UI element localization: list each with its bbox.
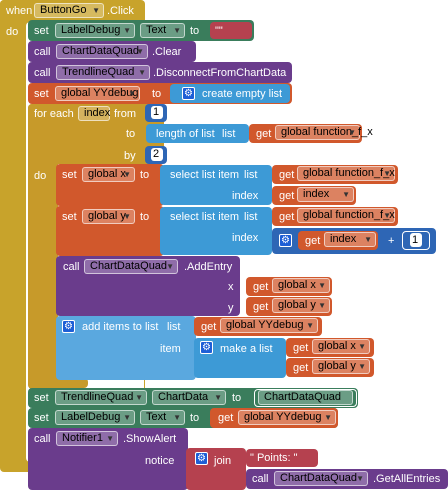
gear-icon[interactable]: ⚙ bbox=[279, 234, 292, 247]
item-label: item bbox=[160, 343, 181, 355]
do-label: do bbox=[6, 26, 19, 38]
variable-dropdown[interactable]: global y ▼ bbox=[272, 298, 330, 313]
list-label: list bbox=[167, 321, 181, 333]
variable-dropdown[interactable]: global YYdebug ▼ bbox=[55, 86, 140, 101]
component-dropdown[interactable]: TrendlineQuad ▼ bbox=[56, 65, 150, 80]
property-dropdown[interactable]: Text ▼ bbox=[140, 410, 185, 425]
do-keyword: do bbox=[34, 170, 47, 182]
when-label: when bbox=[6, 5, 33, 17]
set-keyword: set bbox=[34, 25, 49, 37]
variable-dropdown[interactable]: global x ▼ bbox=[312, 339, 370, 354]
method-name: .AddEntry bbox=[184, 261, 233, 273]
get-keyword: get bbox=[218, 412, 234, 424]
to-keyword: to bbox=[232, 392, 242, 404]
make-list-label: make a list bbox=[220, 343, 273, 355]
get-keyword: get bbox=[256, 128, 272, 140]
notice-label: notice bbox=[145, 455, 175, 467]
property-dropdown[interactable]: Text ▼ bbox=[140, 23, 185, 38]
for-each-keyword: for each bbox=[34, 108, 74, 120]
list-label: list bbox=[244, 169, 258, 181]
variable-dropdown[interactable]: global function_f_x ▼ bbox=[275, 125, 373, 140]
set-keyword: set bbox=[34, 88, 49, 100]
index-label: index bbox=[232, 190, 259, 202]
call-keyword: call bbox=[252, 473, 269, 485]
component-dropdown[interactable]: ChartDataQuad ▼ bbox=[84, 259, 178, 274]
call-keyword: call bbox=[34, 67, 51, 79]
get-keyword: get bbox=[201, 321, 217, 333]
to-keyword: to bbox=[190, 25, 200, 37]
variable-dropdown[interactable]: global function_f_x ▼ bbox=[297, 208, 395, 223]
text-literal-value: "" bbox=[215, 25, 223, 37]
to-keyword: to bbox=[152, 88, 162, 100]
text-literal-value: " Points: " bbox=[250, 452, 298, 464]
set-keyword: set bbox=[34, 412, 49, 424]
variable-dropdown[interactable]: global x ▼ bbox=[82, 167, 135, 182]
gear-icon[interactable]: ⚙ bbox=[62, 320, 75, 333]
get-keyword: get bbox=[253, 281, 269, 293]
create-empty-list-label: create empty list bbox=[202, 88, 283, 100]
component-dropdown[interactable]: LabelDebug ▼ bbox=[55, 23, 135, 38]
addend-value[interactable]: 1 bbox=[410, 233, 422, 247]
length-label: length of list bbox=[156, 128, 215, 140]
set-keyword: set bbox=[62, 169, 77, 181]
variable-dropdown[interactable]: global YYdebug ▼ bbox=[220, 318, 318, 333]
gear-icon[interactable]: ⚙ bbox=[200, 341, 213, 354]
loop-variable-field[interactable]: index bbox=[78, 106, 110, 121]
component-dropdown[interactable]: LabelDebug ▼ bbox=[55, 410, 135, 425]
to-keyword: to bbox=[140, 169, 150, 181]
call-keyword: call bbox=[34, 433, 51, 445]
select-label: select list item bbox=[170, 169, 240, 181]
get-keyword: get bbox=[279, 190, 295, 202]
variable-dropdown[interactable]: global y ▼ bbox=[82, 209, 135, 224]
to-keyword: to bbox=[126, 128, 136, 140]
get-keyword: get bbox=[305, 235, 321, 247]
by-value[interactable]: 2 bbox=[151, 148, 163, 161]
get-keyword: get bbox=[279, 211, 295, 223]
component-dropdown[interactable]: ChartDataQuad ▼ bbox=[56, 44, 148, 59]
call-keyword: call bbox=[63, 261, 80, 273]
gear-icon[interactable]: ⚙ bbox=[182, 87, 195, 100]
event-component-dropdown[interactable]: ButtonGo ▼ bbox=[34, 3, 104, 18]
method-name: .DisconnectFromChartData bbox=[153, 67, 287, 79]
component-dropdown[interactable]: TrendlineQuad ▼ bbox=[55, 390, 147, 405]
method-name: .Clear bbox=[152, 46, 182, 58]
variable-dropdown[interactable]: index ▼ bbox=[324, 232, 376, 247]
event-name: .Click bbox=[107, 5, 134, 17]
to-keyword: to bbox=[140, 211, 150, 223]
get-keyword: get bbox=[253, 301, 269, 313]
to-keyword: to bbox=[190, 412, 200, 424]
gear-icon[interactable]: ⚙ bbox=[195, 452, 208, 465]
list-label: list bbox=[244, 211, 258, 223]
get-keyword: get bbox=[293, 342, 309, 354]
set-keyword: set bbox=[62, 211, 77, 223]
add-items-label: add items to list bbox=[82, 321, 159, 333]
index-label: index bbox=[232, 232, 259, 244]
component-dropdown[interactable]: Notifier1 ▼ bbox=[56, 431, 118, 446]
by-keyword: by bbox=[124, 150, 136, 162]
select-label: select list item bbox=[170, 211, 240, 223]
plus-operator: + bbox=[388, 235, 395, 247]
property-dropdown[interactable]: ChartData ▼ bbox=[152, 390, 226, 405]
variable-dropdown[interactable]: global y ▼ bbox=[312, 359, 370, 374]
y-param-label: y bbox=[228, 302, 234, 314]
get-keyword: get bbox=[293, 362, 309, 374]
variable-dropdown[interactable]: index ▼ bbox=[297, 187, 354, 202]
from-keyword: from bbox=[114, 108, 136, 120]
method-name: .ShowAlert bbox=[123, 433, 177, 445]
x-param-label: x bbox=[228, 281, 234, 293]
set-keyword: set bbox=[34, 392, 49, 404]
method-name: .GetAllEntries bbox=[373, 473, 441, 485]
component-dropdown[interactable]: ChartDataQuad ▼ bbox=[274, 471, 368, 486]
join-label: join bbox=[214, 455, 232, 467]
variable-dropdown[interactable]: global YYdebug ▼ bbox=[238, 410, 336, 425]
variable-dropdown[interactable]: global x ▼ bbox=[272, 278, 330, 293]
from-value[interactable]: 1 bbox=[151, 106, 163, 119]
get-keyword: get bbox=[279, 169, 295, 181]
list-label: list bbox=[222, 128, 236, 140]
variable-dropdown[interactable]: global function_f_x ▼ bbox=[297, 166, 395, 181]
call-keyword: call bbox=[34, 46, 51, 58]
component-value[interactable]: ChartDataQuad bbox=[258, 390, 353, 405]
